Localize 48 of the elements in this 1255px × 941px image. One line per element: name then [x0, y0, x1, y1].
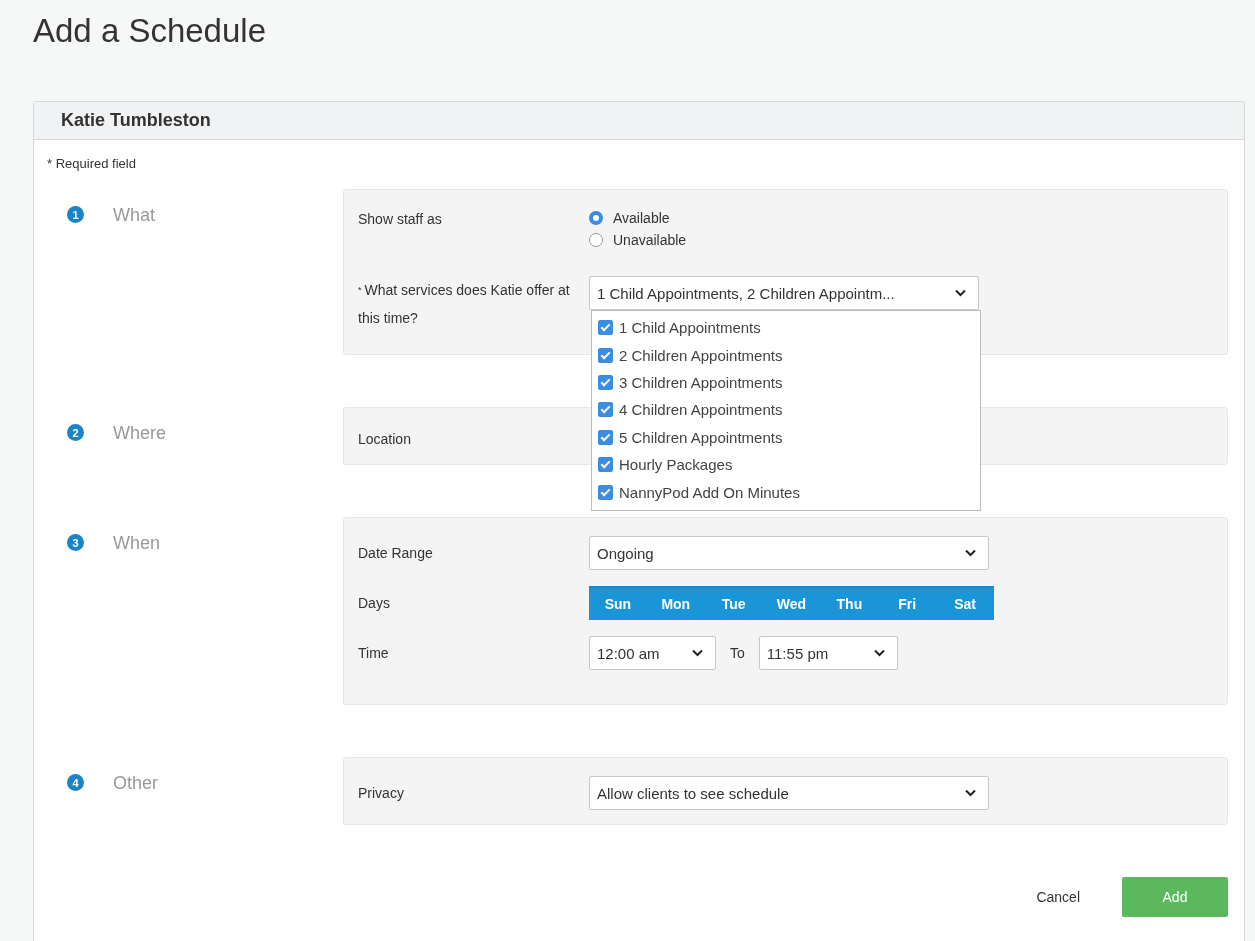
- checkbox[interactable]: [598, 402, 613, 418]
- field-label: Show staff as: [358, 211, 442, 227]
- field-label: Days: [358, 595, 390, 611]
- option-label[interactable]: 4 Children Appointments: [619, 401, 783, 419]
- option-label[interactable]: 5 Children Appointments: [619, 428, 783, 446]
- field-label: Time: [358, 645, 389, 661]
- field-label: * What services does Katie offer at this time?: [358, 281, 571, 328]
- step-number: 3: [67, 534, 84, 551]
- field-label: Date Range: [358, 545, 433, 561]
- step-title: What: [113, 205, 155, 226]
- step-title: When: [113, 533, 161, 554]
- option-label[interactable]: Hourly Packages: [619, 456, 733, 474]
- field-label: Location: [358, 431, 411, 447]
- checkbox[interactable]: [598, 320, 613, 336]
- step-number: 4: [67, 774, 84, 791]
- field-label: Privacy: [358, 785, 404, 801]
- chevron-down-icon: [965, 789, 976, 797]
- option-label[interactable]: 3 Children Appointments: [619, 373, 783, 391]
- checkbox[interactable]: [598, 429, 613, 445]
- chevron-down-icon: [692, 649, 703, 657]
- option-label[interactable]: 1 Child Appointments: [619, 319, 761, 337]
- checkbox[interactable]: [598, 457, 613, 473]
- cancel-button[interactable]: Cancel: [1036, 889, 1080, 905]
- step-number: 1: [67, 206, 84, 223]
- chevron-down-icon: [873, 649, 885, 657]
- step-number: 2: [67, 424, 84, 441]
- time-dropdown[interactable]: 11:55 pm: [758, 636, 898, 670]
- checkbox[interactable]: [598, 347, 613, 363]
- time-dropdown[interactable]: 12:00 am: [589, 636, 716, 670]
- separator-label: To: [730, 645, 745, 661]
- radio-button[interactable]: [589, 233, 603, 247]
- required-note: * Required field: [47, 156, 136, 171]
- staff-name: Katie Tumbleston: [61, 110, 211, 131]
- dropdown[interactable]: Ongoing: [589, 536, 989, 570]
- chevron-down-icon: [965, 549, 976, 557]
- services-dropdown[interactable]: 1 Child Appointments, 2 Children Appointm...: [589, 276, 979, 310]
- page-title: Add a Schedule: [32, 11, 267, 51]
- step-title: Where: [113, 423, 166, 444]
- radio-label: Available: [613, 210, 670, 226]
- step-title: Other: [113, 773, 159, 794]
- checkbox[interactable]: [598, 374, 613, 390]
- option-label[interactable]: NannyPod Add On Minutes: [619, 483, 800, 501]
- radio-button[interactable]: [589, 211, 603, 225]
- dropdown[interactable]: Allow clients to see schedule: [589, 776, 989, 810]
- checkbox[interactable]: [598, 484, 613, 500]
- option-label[interactable]: 2 Children Appointments: [619, 346, 783, 364]
- chevron-down-icon: [955, 289, 966, 297]
- radio-label: Unavailable: [613, 232, 687, 248]
